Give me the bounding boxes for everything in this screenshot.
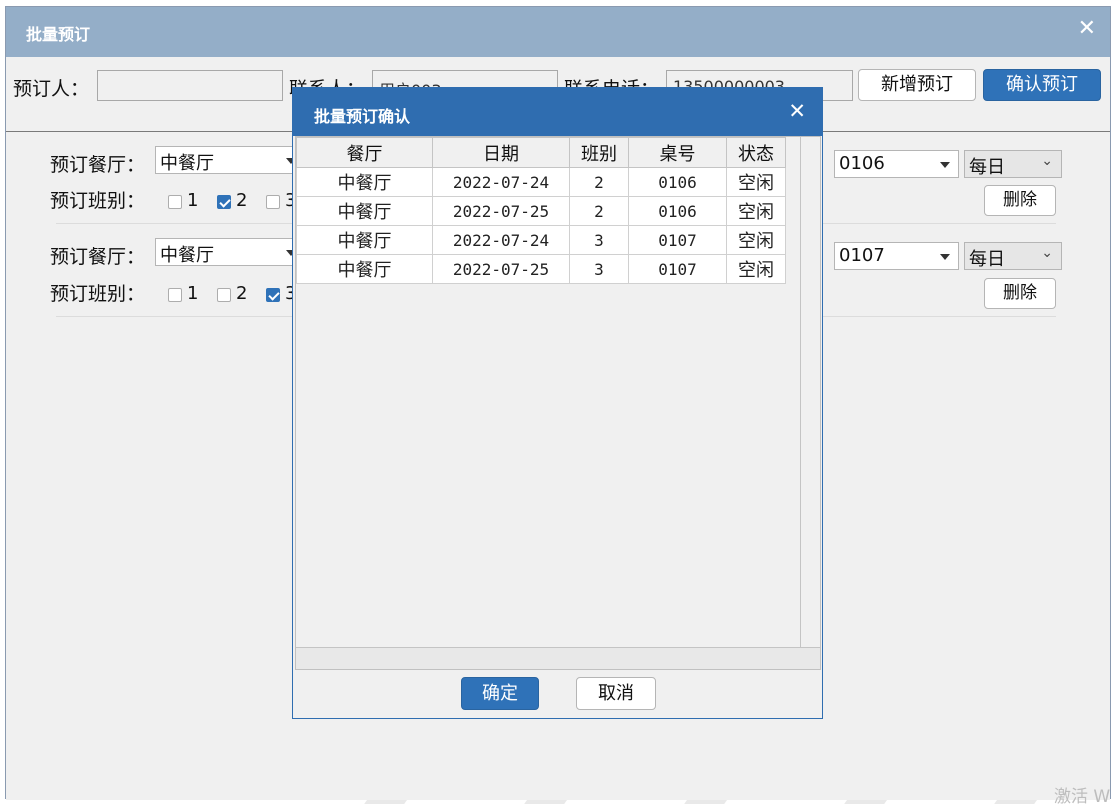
restaurant-cell: 中餐厅 xyxy=(296,167,433,197)
table-row[interactable]: 中餐厅 2022-07-24 3 0107 空闲 xyxy=(296,225,786,255)
table-number-cell: 0106 xyxy=(628,167,727,197)
column-header[interactable]: 状态 xyxy=(726,137,786,168)
shift-option-label: 2 xyxy=(236,283,248,304)
column-header[interactable]: 日期 xyxy=(432,137,570,168)
restaurant-cell: 中餐厅 xyxy=(296,196,433,226)
shift-label: 预订班别： xyxy=(50,283,146,305)
date-cell: 2022-07-25 xyxy=(432,254,570,284)
frequency-select[interactable]: 每日 ⌄ xyxy=(964,242,1062,270)
table-number-cell: 0106 xyxy=(628,196,727,226)
vertical-scrollbar[interactable] xyxy=(800,137,820,647)
status-cell: 空闲 xyxy=(726,225,786,255)
shift-cell: 2 xyxy=(569,196,629,226)
activation-watermark: 激活 W xyxy=(1054,787,1111,804)
table-row[interactable]: 中餐厅 2022-07-25 3 0107 空闲 xyxy=(296,254,786,284)
horizontal-scrollbar[interactable] xyxy=(296,647,820,669)
table-row[interactable]: 中餐厅 2022-07-25 2 0106 空闲 xyxy=(296,196,786,226)
add-booking-button[interactable]: 新增预订 xyxy=(858,69,976,101)
table-select[interactable]: 0106 xyxy=(834,150,959,178)
table-number-cell: 0107 xyxy=(628,225,727,255)
table-header-row: 餐厅 日期 班别 桌号 状态 xyxy=(296,137,786,168)
dialog-footer: 确定 取消 xyxy=(293,670,822,718)
shift-checkbox-1[interactable] xyxy=(168,195,182,209)
confirm-booking-button[interactable]: 确认预订 xyxy=(983,69,1101,101)
shift-label: 预订班别： xyxy=(50,190,146,212)
ok-button[interactable]: 确定 xyxy=(461,677,539,710)
table-value: 0106 xyxy=(839,153,885,174)
table-number-cell: 0107 xyxy=(628,254,727,284)
restaurant-select[interactable]: 中餐厅 xyxy=(155,146,305,174)
restaurant-value: 中餐厅 xyxy=(160,245,214,266)
shift-checkbox-1[interactable] xyxy=(168,288,182,302)
status-cell: 空闲 xyxy=(726,167,786,197)
caret-down-icon xyxy=(940,162,950,168)
confirm-table: 餐厅 日期 班别 桌号 状态 中餐厅 2022-07-24 2 0106 空闲 … xyxy=(296,137,786,284)
date-cell: 2022-07-25 xyxy=(432,196,570,226)
restaurant-label: 预订餐厅： xyxy=(50,154,146,176)
shift-checkbox-2[interactable] xyxy=(217,288,231,302)
restaurant-cell: 中餐厅 xyxy=(296,225,433,255)
frequency-value: 每日 xyxy=(969,157,1005,178)
delete-button[interactable]: 删除 xyxy=(984,278,1056,309)
dialog-title: 批量预订确认 xyxy=(314,107,411,126)
shift-option-label: 1 xyxy=(187,190,199,211)
date-cell: 2022-07-24 xyxy=(432,225,570,255)
restaurant-label: 预订餐厅： xyxy=(50,246,146,268)
table-row[interactable]: 中餐厅 2022-07-24 2 0106 空闲 xyxy=(296,167,786,197)
close-icon[interactable]: ✕ xyxy=(788,100,806,122)
window-title-bar: 批量预订 ✕ xyxy=(6,7,1110,57)
booker-label: 预订人： xyxy=(13,78,90,100)
dialog-title-bar: 批量预订确认 ✕ xyxy=(293,88,822,136)
shift-checkbox-3[interactable] xyxy=(266,288,280,302)
chevron-down-icon: ⌄ xyxy=(1041,153,1053,169)
column-header[interactable]: 班别 xyxy=(569,137,629,168)
shift-option-label: 2 xyxy=(236,190,248,211)
shift-cell: 3 xyxy=(569,225,629,255)
restaurant-cell: 中餐厅 xyxy=(296,254,433,284)
column-header[interactable]: 餐厅 xyxy=(296,137,433,168)
confirm-grid: 餐厅 日期 班别 桌号 状态 中餐厅 2022-07-24 2 0106 空闲 … xyxy=(295,136,821,670)
delete-button[interactable]: 删除 xyxy=(984,185,1056,216)
batch-booking-confirm-dialog: 批量预订确认 ✕ 餐厅 日期 班别 桌号 状态 中餐厅 2022-07-24 2… xyxy=(292,87,823,719)
status-cell: 空闲 xyxy=(726,254,786,284)
status-cell: 空闲 xyxy=(726,196,786,226)
restaurant-value: 中餐厅 xyxy=(160,153,214,174)
table-select[interactable]: 0107 xyxy=(834,242,959,270)
booker-input[interactable] xyxy=(97,70,283,101)
chevron-down-icon: ⌄ xyxy=(1041,245,1053,261)
restaurant-select[interactable]: 中餐厅 xyxy=(155,238,305,266)
date-cell: 2022-07-24 xyxy=(432,167,570,197)
cancel-button[interactable]: 取消 xyxy=(576,677,656,710)
shift-cell: 2 xyxy=(569,167,629,197)
shift-cell: 3 xyxy=(569,254,629,284)
shift-checkbox-2[interactable] xyxy=(217,195,231,209)
table-value: 0107 xyxy=(839,245,885,266)
window-title: 批量预订 xyxy=(26,25,91,44)
frequency-value: 每日 xyxy=(969,249,1005,270)
close-icon[interactable]: ✕ xyxy=(1078,17,1096,41)
shift-checkbox-3[interactable] xyxy=(266,195,280,209)
column-header[interactable]: 桌号 xyxy=(628,137,727,168)
shift-option-label: 1 xyxy=(187,283,199,304)
frequency-select[interactable]: 每日 ⌄ xyxy=(964,150,1062,178)
caret-down-icon xyxy=(940,254,950,260)
